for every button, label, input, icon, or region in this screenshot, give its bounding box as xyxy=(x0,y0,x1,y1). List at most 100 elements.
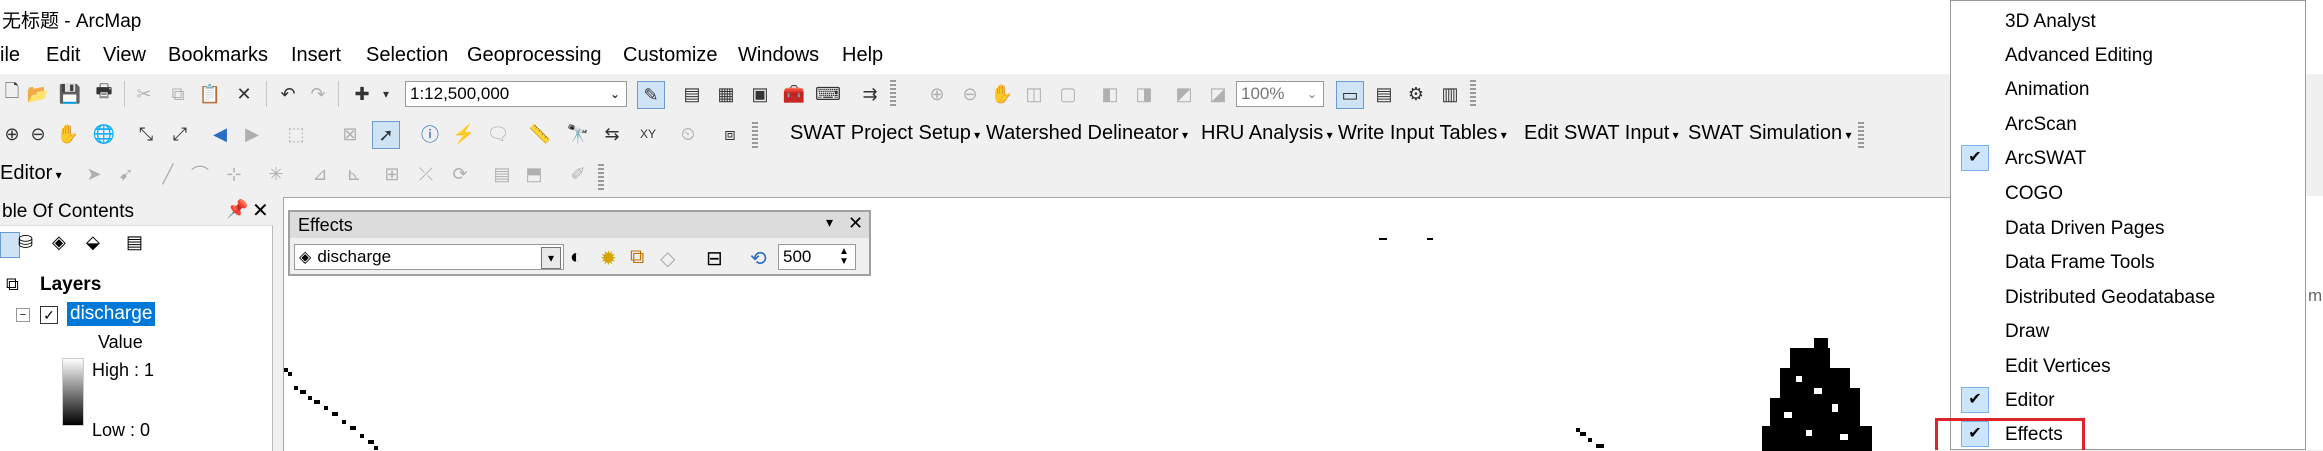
menu-item-advanced-editing[interactable]: Advanced Editing xyxy=(2005,45,2153,67)
close-icon[interactable]: ✕ xyxy=(252,198,269,223)
create-features-icon[interactable]: ✐ xyxy=(566,162,590,186)
flicker-icon[interactable]: ⊟ xyxy=(706,246,723,271)
zoom-in-icon[interactable]: ⊕ xyxy=(0,122,24,146)
chevron-down-icon[interactable]: ▾ xyxy=(826,214,833,231)
toolbar-grip[interactable] xyxy=(890,80,896,108)
edit-swat-input-menu[interactable]: Edit SWAT Input xyxy=(1524,122,1679,145)
editor-menu[interactable]: Editor xyxy=(0,162,62,185)
zoom-out-icon[interactable]: ⊖ xyxy=(26,122,50,146)
trace-icon[interactable]: ⊹ xyxy=(222,162,246,186)
back-icon[interactable]: ◀ xyxy=(208,122,232,146)
toolbar-grip[interactable] xyxy=(1470,80,1476,108)
page-layout-icon[interactable]: ▭ xyxy=(1336,81,1364,109)
zoom-out-fixed-icon[interactable]: ⊖ xyxy=(958,82,982,106)
chevron-down-icon[interactable]: ▾ xyxy=(374,82,398,106)
transparency-icon[interactable]: ⧉ xyxy=(630,246,644,269)
editor-toolbar-icon[interactable]: ✎ xyxy=(637,81,665,109)
menu-item-animation[interactable]: Animation xyxy=(2005,79,2090,101)
menu-item-data-driven-pages[interactable]: Data Driven Pages xyxy=(2005,218,2164,240)
clear-selection-icon[interactable]: ⊠ xyxy=(338,122,362,146)
open-folder-icon[interactable]: 📂 xyxy=(26,82,50,106)
python-window-icon[interactable]: ⌨ xyxy=(815,82,841,106)
previous-extent-icon[interactable]: ◧ xyxy=(1098,82,1122,106)
sketch-properties-icon[interactable]: ⬒ xyxy=(522,162,546,186)
close-icon[interactable]: ✕ xyxy=(848,213,863,234)
find-route-icon[interactable]: ⇆ xyxy=(600,122,624,146)
toolbar-grip[interactable] xyxy=(752,122,758,150)
select-features-icon[interactable]: ⬚ xyxy=(284,122,308,146)
menu-item-arcswat[interactable]: ArcSWAT xyxy=(2005,148,2086,170)
delete-icon[interactable]: ✕ xyxy=(232,82,256,106)
edit-annotation-icon[interactable]: ➹ xyxy=(114,162,138,186)
menu-item-editor[interactable]: Editor xyxy=(2005,390,2055,412)
menu-selection[interactable]: Selection xyxy=(366,44,448,67)
swipe-icon[interactable]: ◇ xyxy=(660,246,675,271)
list-by-drawing-order-icon[interactable] xyxy=(0,232,20,258)
list-by-visibility-icon[interactable]: ◈ xyxy=(52,232,66,253)
swat-project-setup-menu[interactable]: SWAT Project Setup xyxy=(790,122,980,145)
layers-label[interactable]: Layers xyxy=(40,274,101,296)
menu-item-cogo[interactable]: COGO xyxy=(2005,183,2063,205)
hyperlink-icon[interactable]: ⚡ xyxy=(452,122,476,146)
measure-icon[interactable]: 📏 xyxy=(528,122,552,146)
hru-analysis-menu[interactable]: HRU Analysis xyxy=(1201,122,1333,145)
arctoolbox-icon[interactable]: 🧰 xyxy=(782,82,806,106)
time-slider-icon[interactable]: ⏲ xyxy=(676,122,700,146)
table-of-contents-icon[interactable]: ▤ xyxy=(680,82,704,106)
find-icon[interactable]: 🔭 xyxy=(566,122,590,146)
full-extent-icon[interactable]: ◫ xyxy=(1022,82,1046,106)
menu-item-edit-vertices[interactable]: Edit Vertices xyxy=(2005,356,2111,378)
menu-insert[interactable]: Insert xyxy=(291,44,341,67)
collapse-icon[interactable]: − xyxy=(16,308,30,322)
print-icon[interactable]: 🖶 xyxy=(92,81,116,106)
layout-zoom-combo[interactable]: 100% ⌄ xyxy=(1236,81,1324,107)
menu-edit[interactable]: Edit xyxy=(46,44,80,67)
save-icon[interactable]: 💾 xyxy=(58,82,82,106)
fixed-zoom-out-icon[interactable]: ⤢ xyxy=(168,122,192,146)
menu-file[interactable]: ile xyxy=(0,44,20,67)
edit-tool-icon[interactable]: ➤ xyxy=(82,162,106,186)
menu-item-data-frame-tools[interactable]: Data Frame Tools xyxy=(2005,252,2155,274)
zoom-in-fixed-icon[interactable]: ⊕ xyxy=(925,82,949,106)
menu-item-3d-analyst[interactable]: 3D Analyst xyxy=(2005,11,2096,33)
list-by-source-icon[interactable]: ⛁ xyxy=(18,232,33,253)
undo-icon[interactable]: ↶ xyxy=(276,82,300,106)
edit-vertices-icon[interactable]: ⊿ xyxy=(308,162,332,186)
menu-item-draw[interactable]: Draw xyxy=(2005,321,2049,343)
spinner-icon[interactable]: ▲ ▼ xyxy=(835,247,853,267)
full-extent-globe-icon[interactable]: 🌐 xyxy=(92,122,116,146)
new-document-icon[interactable]: 🗋 xyxy=(0,81,24,106)
model-builder-icon[interactable]: ⇉ xyxy=(858,82,882,106)
menu-bookmarks[interactable]: Bookmarks xyxy=(168,44,268,67)
menu-windows[interactable]: Windows xyxy=(738,44,819,67)
redo-icon[interactable]: ↷ xyxy=(306,82,330,106)
zoom-100-icon[interactable]: ◩ xyxy=(1172,82,1196,106)
forward-icon[interactable]: ▶ xyxy=(240,122,264,146)
pan-icon[interactable]: ✋ xyxy=(56,122,80,146)
list-by-selection-icon[interactable]: ⬙ xyxy=(86,232,100,253)
effects-layer-combo[interactable]: ◈ discharge ▾ xyxy=(294,244,564,270)
focus-frame-icon[interactable]: ▤ xyxy=(1372,82,1396,106)
next-extent-icon[interactable]: ◨ xyxy=(1132,82,1156,106)
fixed-zoom-in-icon[interactable]: ⤡ xyxy=(134,122,158,146)
catalog-icon[interactable]: ▦ xyxy=(714,82,738,106)
effects-title-bar[interactable]: Effects ▾ ✕ xyxy=(290,212,869,238)
pan-layout-icon[interactable]: ✋ xyxy=(990,82,1014,106)
point-icon[interactable]: ✳ xyxy=(264,162,288,186)
create-viewer-icon[interactable]: ⧈ xyxy=(718,122,742,146)
straight-segment-icon[interactable]: ╱ xyxy=(156,162,180,186)
swat-simulation-menu[interactable]: SWAT Simulation xyxy=(1688,122,1851,145)
flicker-rate-input[interactable]: 500 ▲ ▼ xyxy=(778,244,856,270)
toggle-draft-icon[interactable]: ◪ xyxy=(1206,82,1230,106)
data-driven-pages-icon[interactable]: ▥ xyxy=(1438,82,1462,106)
add-data-icon[interactable]: ✚ xyxy=(350,82,374,106)
menu-customize[interactable]: Customize xyxy=(623,44,717,67)
contrast-icon[interactable]: ◐ xyxy=(570,246,582,269)
copy-icon[interactable]: ⧉ xyxy=(166,82,190,106)
split-icon[interactable]: ⤫ xyxy=(414,162,438,186)
options-icon[interactable]: ▤ xyxy=(126,232,143,253)
menu-item-distributed-geodatabase[interactable]: Distributed Geodatabase xyxy=(2005,287,2215,309)
go-to-xy-icon[interactable]: XY xyxy=(636,122,660,146)
menu-geoprocessing[interactable]: Geoprocessing xyxy=(467,44,602,67)
cut-icon[interactable]: ✂ xyxy=(132,82,156,106)
